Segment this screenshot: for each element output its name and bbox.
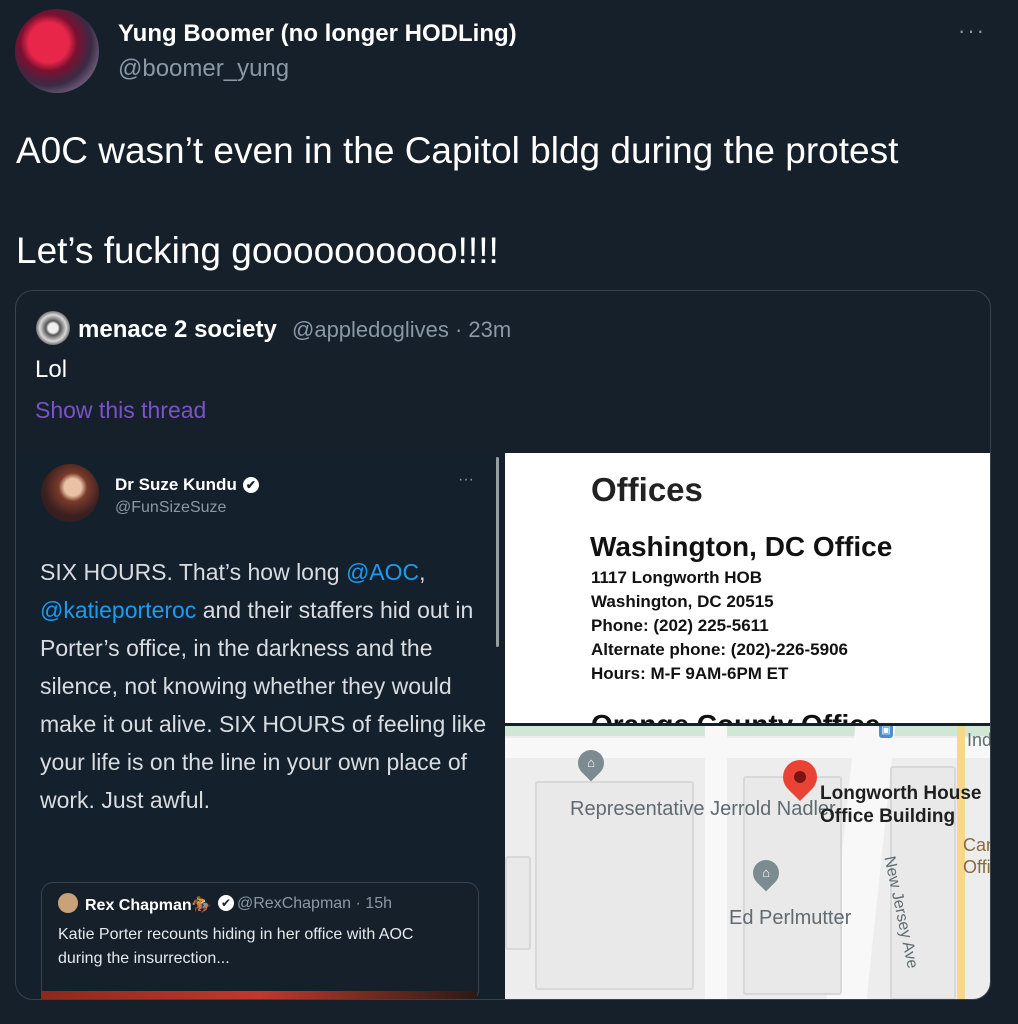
map-label-perlmutter: Ed Perlmutter (729, 907, 852, 929)
map-road-vertical-1 (705, 726, 727, 999)
tweet-text-line-2: Let’s fucking goooooooooo!!!! (16, 230, 499, 271)
embedded-inner-quote-card: Rex Chapman🏇 ✔ @RexChapman · 15h Katie P… (41, 882, 479, 999)
inner-author-avatar (58, 893, 78, 913)
tweet-screenshot-image[interactable]: Dr Suze Kundu ✔ @FunSizeSuze ··· SIX HOUR… (16, 453, 499, 999)
offices-title: Offices (591, 471, 703, 508)
embedded-more-icon: ··· (458, 471, 474, 488)
office-address-line: 1117 Longworth HOB (591, 568, 762, 587)
map-pin-nadler-icon: ⌂ (572, 744, 610, 782)
office-city-line: Washington, DC 20515 (591, 592, 774, 611)
author-handle[interactable]: @boomer_yung (118, 55, 289, 83)
verified-badge-icon: ✔ (242, 477, 259, 493)
tweet-text: A0C wasn’t even in the Capitol bldg duri… (16, 126, 996, 276)
mention-katieporteroc: @katieporteroc (40, 597, 197, 623)
transit-icon: ▣ (879, 726, 893, 738)
embedded-author-handle: @FunSizeSuze (115, 499, 227, 516)
quoted-author-avatar[interactable] (36, 311, 70, 345)
embedded-author-name: Dr Suze Kundu (115, 475, 237, 494)
office-hours-line: Hours: M-F 9AM-6PM ET (591, 664, 789, 683)
embedded-body-part-3: and their staffers hid out in Porter’s o… (40, 597, 487, 813)
map-park-strip (505, 726, 990, 736)
mention-aoc: @AOC (345, 559, 420, 585)
quoted-author-meta: @appledoglives · 23m (292, 317, 512, 342)
inner-verified-icon: ✔ (218, 895, 234, 911)
map-label-nadler: Representative Jerrold Nadler (570, 798, 836, 820)
embedded-scrollbar (496, 457, 499, 647)
author-avatar[interactable] (15, 9, 99, 93)
map-label-cannon: Can Offi (963, 835, 990, 877)
quoted-author-name[interactable]: menace 2 society (78, 316, 277, 344)
office-phone-line: Phone: (202) 225-5611 (591, 616, 769, 635)
author-name[interactable]: Yung Boomer (no longer HODLing) (118, 20, 517, 48)
embedded-body-part-2: , (419, 559, 426, 585)
map-label-longworth: Longworth House Office Building (820, 783, 982, 827)
dc-office-heading: Washington, DC Office (590, 531, 893, 562)
inner-verified-badge: ✔ (218, 895, 234, 913)
inner-tweet-text: Katie Porter recounts hiding in her offi… (58, 926, 414, 967)
map-label-ind: Ind (967, 730, 990, 750)
offices-info-image[interactable]: Offices Washington, DC Office 1117 Longw… (505, 453, 990, 725)
embedded-author-name-row: Dr Suze Kundu ✔ (115, 475, 259, 495)
embedded-body-part-1: SIX HOURS. That’s how long (40, 559, 346, 585)
clipped-office-heading: Orange County Office (591, 709, 881, 725)
tweet-text-line-1: A0C wasn’t even in the Capitol bldg duri… (16, 130, 899, 171)
inner-author-name: Rex Chapman🏇 (85, 897, 212, 914)
quoted-tweet-text: Lol (35, 356, 68, 383)
inner-media-preview-strip (41, 991, 477, 999)
quoted-tweet-card[interactable]: menace 2 society @appledoglives · 23m Lo… (15, 290, 991, 1000)
embedded-tweet-body: SIX HOURS. That’s how long @AOC, @katiepo… (40, 553, 488, 819)
office-alt-phone-line: Alternate phone: (202)-226-5906 (591, 640, 848, 659)
more-options-icon[interactable]: ··· (958, 18, 986, 44)
show-thread-link[interactable]: Show this thread (35, 397, 206, 424)
map-image[interactable]: ▣ ⌂ Representative Jerrold Nadler Longwo… (505, 726, 990, 999)
map-pin-perlmutter-icon: ⌂ (747, 854, 785, 892)
map-building-edge (505, 856, 531, 950)
inner-author-meta: @RexChapman · 15h (237, 895, 392, 912)
embedded-author-avatar (41, 464, 99, 522)
